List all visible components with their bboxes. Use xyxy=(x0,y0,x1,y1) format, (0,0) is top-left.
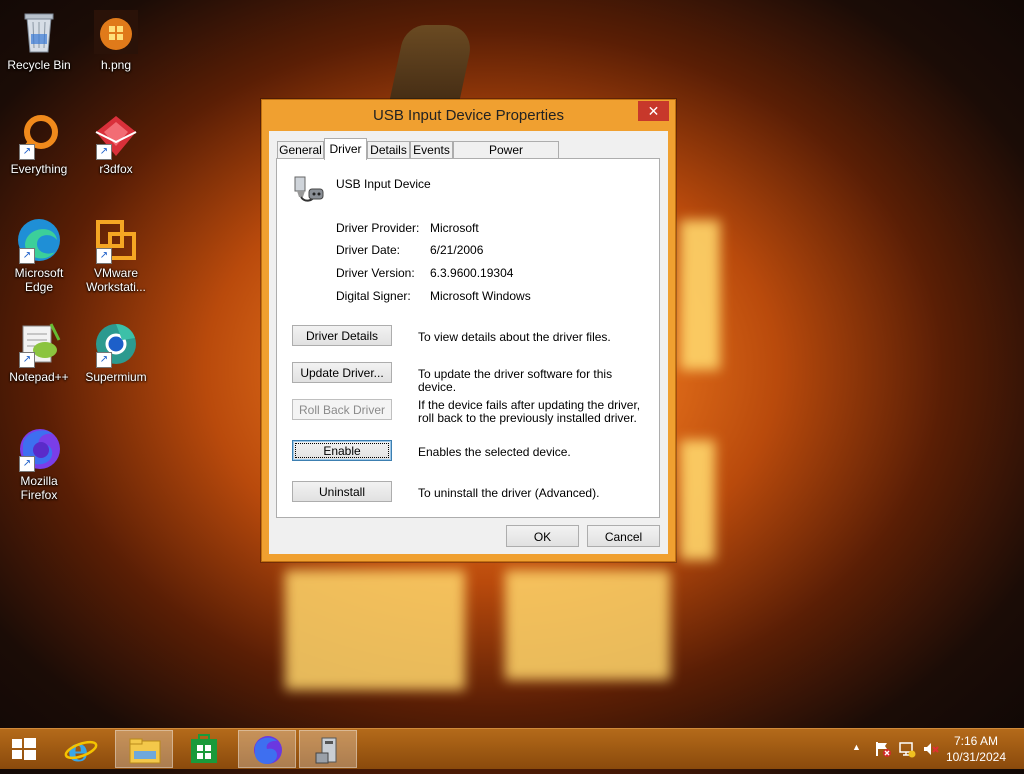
clock-date: 10/31/2024 xyxy=(945,750,1006,764)
desktop-icon-h-png[interactable]: h.png xyxy=(78,8,154,72)
desktop-icon-label: Notepad++ xyxy=(9,370,69,384)
tab-details[interactable]: Details xyxy=(367,141,410,159)
volume-muted-icon[interactable] xyxy=(922,740,940,761)
update-driver-description: To update the driver software for this d… xyxy=(418,367,613,394)
desktop-icon-microsoft-edge[interactable]: ↗ Microsoft Edge xyxy=(1,216,77,294)
driver-date-label: Driver Date: xyxy=(336,243,401,257)
desktop-icon-mozilla-firefox[interactable]: ↗ Mozilla Firefox xyxy=(1,424,77,502)
roll-back-driver-button[interactable]: Roll Back Driver xyxy=(292,399,392,420)
shortcut-arrow-icon: ↗ xyxy=(19,352,35,368)
roll-back-driver-description: If the device fails after updating the d… xyxy=(418,398,641,425)
driver-version-value: 6.3.9600.19304 xyxy=(430,266,514,280)
usb-properties-dialog: USB Input Device Properties ✕ General Dr… xyxy=(261,99,676,562)
start-button[interactable] xyxy=(0,730,48,768)
store-icon xyxy=(191,734,217,763)
taskbar-firefox[interactable] xyxy=(238,730,296,768)
desktop-icon-label: Microsoft Edge xyxy=(14,266,64,294)
device-manager-icon xyxy=(315,737,337,764)
desktop-icon-vmware[interactable]: ↗ VMware Workstati... xyxy=(78,216,154,294)
shortcut-arrow-icon: ↗ xyxy=(19,456,35,472)
taskbar-clock[interactable]: 7:16 AM 10/31/2024 xyxy=(946,733,1006,765)
driver-details-button[interactable]: Driver Details xyxy=(292,325,392,346)
r3dfox-icon: ↗ xyxy=(92,112,140,160)
network-icon[interactable] xyxy=(898,740,916,761)
tab-events[interactable]: Events xyxy=(410,141,453,159)
image-file-icon xyxy=(92,8,140,56)
driver-provider-label: Driver Provider: xyxy=(336,221,420,235)
vmware-icon: ↗ xyxy=(92,216,140,264)
show-hidden-icons-button[interactable]: ▲ xyxy=(852,742,861,752)
taskbar-device-manager[interactable] xyxy=(299,730,357,768)
clock-time: 7:16 AM xyxy=(953,734,998,748)
uninstall-description: To uninstall the driver (Advanced). xyxy=(418,486,600,500)
desktop-icon-r3dfox[interactable]: ↗ r3dfox xyxy=(78,112,154,176)
wallpaper-window-glow xyxy=(680,220,720,370)
taskbar-internet-explorer[interactable]: e xyxy=(52,730,110,769)
firefox-icon xyxy=(254,736,282,764)
supermium-icon: ↗ xyxy=(92,320,140,368)
desktop-icon-supermium[interactable]: ↗ Supermium xyxy=(78,320,154,384)
desktop-icon-label: Supermium xyxy=(85,370,147,384)
shortcut-arrow-icon: ↗ xyxy=(96,144,112,160)
desktop-icon-label: Recycle Bin xyxy=(7,58,71,72)
desktop-icon-label: Mozilla Firefox xyxy=(20,474,58,502)
driver-provider-value: Microsoft xyxy=(430,221,479,235)
dialog-client-area: General Driver Details Events Power Mana… xyxy=(269,131,668,554)
dialog-title: USB Input Device Properties xyxy=(373,107,564,124)
shortcut-arrow-icon: ↗ xyxy=(96,248,112,264)
enable-button[interactable]: Enable xyxy=(292,440,392,461)
edge-icon: ↗ xyxy=(15,216,63,264)
recycle-bin-icon xyxy=(15,8,63,56)
shortcut-arrow-icon: ↗ xyxy=(19,144,35,160)
driver-version-label: Driver Version: xyxy=(336,266,415,280)
internet-explorer-icon: e xyxy=(64,731,98,769)
desktop-icon-label: h.png xyxy=(100,58,132,72)
tab-power-management[interactable]: Power Management xyxy=(453,141,559,174)
tab-general[interactable]: General xyxy=(277,141,324,159)
desktop-icon-label: Everything xyxy=(10,162,68,176)
desktop-icon-everything[interactable]: ↗ Everything xyxy=(1,112,77,176)
uninstall-button[interactable]: Uninstall xyxy=(292,481,392,502)
notepad-plus-plus-icon: ↗ xyxy=(15,320,63,368)
everything-search-icon: ↗ xyxy=(15,112,63,160)
usb-device-icon xyxy=(291,171,325,205)
desktop-icon-notepad-plus-plus[interactable]: ↗ Notepad++ xyxy=(1,320,77,384)
firefox-icon: ↗ xyxy=(15,424,63,472)
folder-icon xyxy=(129,738,161,764)
enable-description: Enables the selected device. xyxy=(418,445,571,459)
shortcut-arrow-icon: ↗ xyxy=(19,248,35,264)
taskbar-file-explorer[interactable] xyxy=(115,730,173,768)
dialog-titlebar[interactable]: USB Input Device Properties ✕ xyxy=(262,100,675,131)
digital-signer-label: Digital Signer: xyxy=(336,289,411,303)
driver-tab-panel: USB Input Device Driver Provider: Micros… xyxy=(276,158,660,518)
wallpaper-window-glow xyxy=(285,570,465,690)
desktop-icon-label: VMware Workstati... xyxy=(86,266,146,294)
driver-details-description: To view details about the driver files. xyxy=(418,330,611,344)
windows-logo-icon xyxy=(12,738,36,760)
digital-signer-value: Microsoft Windows xyxy=(430,289,531,303)
update-driver-button[interactable]: Update Driver... xyxy=(292,362,392,383)
action-center-flag-icon[interactable] xyxy=(874,740,892,761)
tab-driver[interactable]: Driver xyxy=(324,138,367,160)
device-name: USB Input Device xyxy=(336,177,431,191)
close-button[interactable]: ✕ xyxy=(638,101,669,121)
wallpaper-window-glow xyxy=(680,440,715,560)
desktop-icon-recycle-bin[interactable]: Recycle Bin xyxy=(1,8,77,72)
taskbar-store[interactable] xyxy=(176,730,234,768)
shortcut-arrow-icon: ↗ xyxy=(96,352,112,368)
taskbar: e ▲ 7:16 AM 10/31/2024 xyxy=(0,728,1024,769)
cancel-button[interactable]: Cancel xyxy=(587,525,660,547)
driver-date-value: 6/21/2006 xyxy=(430,243,484,257)
ok-button[interactable]: OK xyxy=(506,525,579,547)
wallpaper-window-glow xyxy=(505,570,670,680)
desktop-icon-label: r3dfox xyxy=(99,162,133,176)
